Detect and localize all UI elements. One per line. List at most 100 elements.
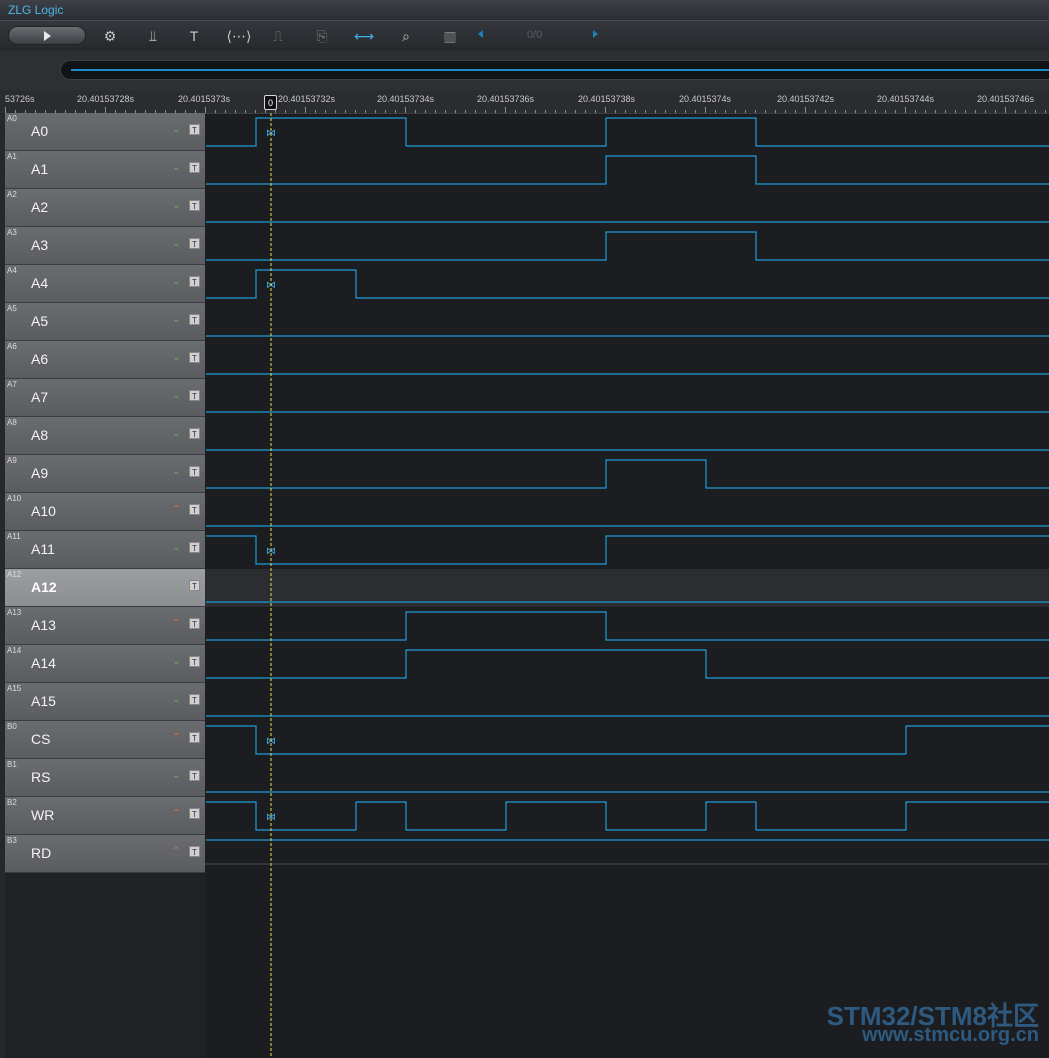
display-icon[interactable]: ▥ [438,26,462,46]
channel-id: A9 [7,456,17,465]
channel-row-b1[interactable]: B1 RS ⌄ T [5,759,205,797]
trigger-rise-icon[interactable]: ⌄ [172,238,180,249]
trigger-rise-icon[interactable]: ⌄ [172,580,180,591]
channel-row-a15[interactable]: A15 A15 ⌄ T [5,683,205,721]
trigger-rise-icon[interactable]: ⌄ [172,770,180,781]
trigger-rise-icon[interactable]: ⌄ [172,314,180,325]
channel-menu-icon[interactable]: T [189,162,200,173]
trigger-fall-icon[interactable]: ⌃ [172,808,180,819]
channel-menu-icon[interactable]: T [189,466,200,477]
channel-menu-icon[interactable]: T [189,580,200,591]
overview-signal [71,69,1049,71]
text-marker-icon[interactable]: T [182,26,206,46]
trigger-rise-icon[interactable]: ⌄ [172,276,180,287]
cursor-marker[interactable]: 0 [264,95,277,110]
export-icon[interactable]: ⎘ [310,26,334,46]
settings-icon[interactable]: ⚙ [98,26,122,46]
channel-menu-icon[interactable]: T [189,390,200,401]
ruler-label: 20.40153744s [877,94,935,104]
channel-row-a13[interactable]: A13 A13 ⌃ T [5,607,205,645]
channel-name: WR [31,807,55,823]
channel-menu-icon[interactable]: T [189,732,200,743]
channel-row-a6[interactable]: A6 A6 ⌄ T [5,341,205,379]
trigger-rise-icon[interactable]: ⌄ [172,694,180,705]
channel-row-a5[interactable]: A5 A5 ⌄ T [5,303,205,341]
channel-name: A3 [31,237,49,253]
channel-menu-icon[interactable]: T [189,656,200,667]
channel-row-b3[interactable]: B3 RD ⌃ T [5,835,205,873]
channel-id: A5 [7,304,17,313]
channel-row-a12[interactable]: A12 A12 ⌄ T [5,569,205,607]
waveform-a9 [206,459,1049,489]
channel-menu-icon[interactable]: T [189,428,200,439]
decoder-icon[interactable]: ⟨⋯⟩ [226,26,252,46]
trigger-rise-icon[interactable]: ⌄ [172,200,180,211]
window-title: ZLG Logic [0,0,1049,20]
channel-row-a14[interactable]: A14 A14 ⌄ T [5,645,205,683]
channel-menu-icon[interactable]: T [189,846,200,857]
channel-id: A14 [7,646,22,655]
channel-id: B3 [7,836,17,845]
channel-row-a7[interactable]: A7 A7 ⌄ T [5,379,205,417]
waveform-b0 [206,725,1049,755]
trigger-fall-icon[interactable]: ⌃ [172,504,180,515]
channel-menu-icon[interactable]: T [189,542,200,553]
channel-menu-icon[interactable]: T [189,504,200,515]
trigger-fall-icon[interactable]: ⌃ [172,732,180,743]
channel-row-a4[interactable]: A4 A4 ⌄ T [5,265,205,303]
channel-menu-icon[interactable]: T [189,276,200,287]
trigger-icon[interactable]: ⫫ [141,26,165,46]
channel-row-b2[interactable]: B2 WR ⌃ T [5,797,205,835]
overview-scrollbar[interactable] [60,60,1049,80]
channel-menu-icon[interactable]: T [189,808,200,819]
channel-menu-icon[interactable]: T [189,770,200,781]
ruler-label: 20.40153728s [77,94,135,104]
channel-id: A0 [7,114,17,123]
channel-row-a3[interactable]: A3 A3 ⌄ T [5,227,205,265]
trigger-rise-icon[interactable]: ⌄ [172,656,180,667]
channel-row-a0[interactable]: A0 A0 ⌄ T [5,113,205,151]
channel-row-b0[interactable]: B0 CS ⌃ T [5,721,205,759]
trigger-rise-icon[interactable]: ⌄ [172,124,180,135]
channel-menu-icon[interactable]: T [189,238,200,249]
channel-menu-icon[interactable]: T [189,124,200,135]
channel-menu-icon[interactable]: T [189,352,200,363]
waveform-a1 [206,155,1049,185]
channel-id: A6 [7,342,17,351]
channel-name: A1 [31,161,49,177]
selected-channel-highlight [205,569,1049,607]
channel-menu-icon[interactable]: T [189,618,200,629]
ruler-label: 20.40153746s [977,94,1035,104]
overview-bar [0,51,1049,92]
channel-menu-icon[interactable]: T [189,314,200,325]
trigger-rise-icon[interactable]: ⌄ [172,390,180,401]
next-arrow-icon[interactable] [593,30,598,38]
ruler-label: 53726s [5,94,35,104]
channel-menu-icon[interactable]: T [189,694,200,705]
channel-id: A7 [7,380,17,389]
channel-row-a8[interactable]: A8 A8 ⌄ T [5,417,205,455]
trigger-fall-icon[interactable]: ⌃ [172,618,180,629]
channel-row-a10[interactable]: A10 A10 ⌃ T [5,493,205,531]
channel-row-a1[interactable]: A1 A1 ⌄ T [5,151,205,189]
trigger-fall-icon[interactable]: ⌃ [172,846,180,857]
trigger-rise-icon[interactable]: ⌄ [172,352,180,363]
ruler-label: 20.40153734s [377,94,435,104]
trigger-rise-icon[interactable]: ⌄ [172,162,180,173]
prev-arrow-icon[interactable] [478,30,483,38]
zoom-fit-icon[interactable]: ⟷ [352,26,376,46]
channel-menu-icon[interactable]: T [189,200,200,211]
measure-icon[interactable]: ⎍ [266,26,290,46]
channel-name: RS [31,769,51,785]
channel-row-a9[interactable]: A9 A9 ⌄ T [5,455,205,493]
search-icon[interactable]: ⌕ [394,26,418,46]
run-button[interactable] [8,26,86,45]
trigger-rise-icon[interactable]: ⌄ [172,428,180,439]
channel-row-a2[interactable]: A2 A2 ⌄ T [5,189,205,227]
trigger-rise-icon[interactable]: ⌄ [172,542,180,553]
channel-row-a11[interactable]: A11 A11 ⌄ T [5,531,205,569]
time-ruler[interactable]: 53726s 20.40153728s 20.4015373s 20.40153732… [0,91,1049,114]
channel-name: A6 [31,351,49,367]
waveform-area[interactable]: ⋈⋈⋈⋈⋈ [205,113,1049,1058]
trigger-rise-icon[interactable]: ⌄ [172,466,180,477]
